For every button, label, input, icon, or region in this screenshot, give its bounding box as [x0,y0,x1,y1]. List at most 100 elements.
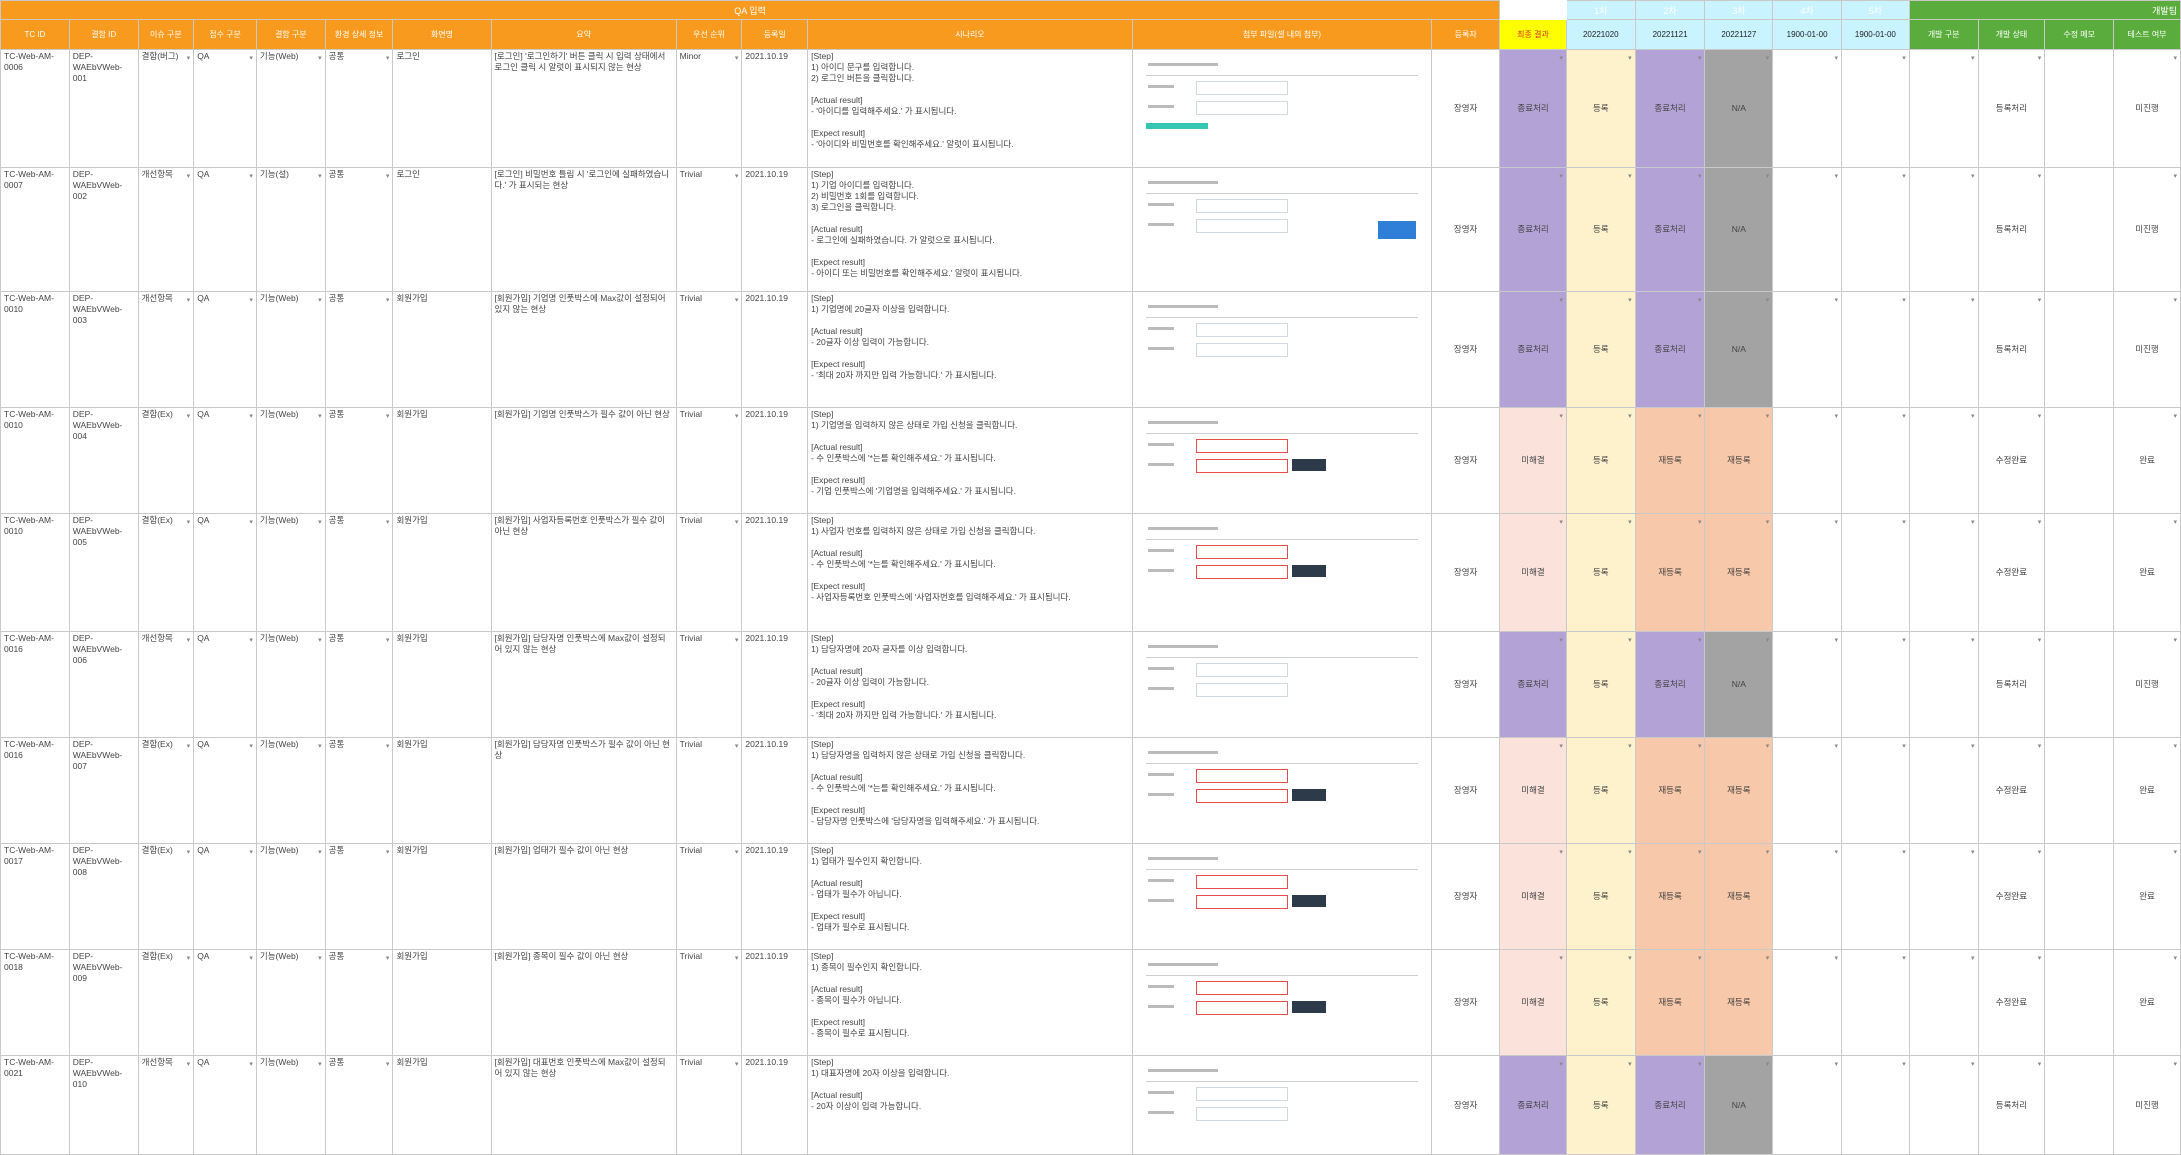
attachment-cell[interactable] [1131,1055,1433,1155]
dev-status-cell[interactable]: 수정완료 [1977,513,2046,632]
col-date3[interactable]: 20221127 [1704,19,1774,50]
final-result-cell[interactable]: 미해결 [1499,513,1567,632]
device-cell[interactable]: 기능(Web) [255,291,326,408]
device-cell[interactable]: 기능(Web) [255,949,326,1056]
round5-status-cell[interactable] [1841,513,1910,632]
round1-status-cell[interactable]: 등록 [1565,167,1636,292]
issue-type-cell[interactable]: 결함(Ex) [137,737,195,844]
env-cell[interactable]: 공통 [324,1055,394,1155]
env-cell[interactable]: 공통 [324,407,394,514]
source-cell[interactable]: QA [193,631,257,738]
source-cell[interactable]: QA [193,949,257,1056]
source-cell[interactable]: QA [193,513,257,632]
attachment-screenshot[interactable] [1135,515,1429,611]
round4-status-cell[interactable] [1772,167,1842,292]
dev-status-cell[interactable]: 등록처리 [1977,167,2046,292]
priority-cell[interactable]: Trivial [675,737,743,844]
source-cell[interactable]: QA [193,167,257,292]
env-cell[interactable]: 공통 [324,843,394,950]
test-done-cell[interactable]: 완료 [2113,513,2181,632]
attachment-cell[interactable] [1131,631,1433,738]
round2-status-cell[interactable]: 재등록 [1634,949,1706,1056]
round1-status-cell[interactable]: 등록 [1565,291,1636,408]
attachment-screenshot[interactable] [1135,293,1429,389]
dev-status-cell[interactable]: 수정완료 [1977,949,2046,1056]
source-cell[interactable]: QA [193,49,257,168]
attachment-screenshot[interactable] [1135,633,1429,729]
col-date2[interactable]: 20221121 [1634,19,1706,50]
device-cell[interactable]: 기능(Web) [255,49,326,168]
attachment-screenshot[interactable] [1135,409,1429,505]
round4-status-cell[interactable] [1772,843,1842,950]
round4-status-cell[interactable] [1772,407,1842,514]
dev-status-cell[interactable]: 수정완료 [1977,407,2046,514]
round3-status-cell[interactable]: 재등록 [1704,949,1774,1056]
dev-status-cell[interactable]: 등록처리 [1977,1055,2046,1155]
final-result-cell[interactable]: 종료처리 [1499,49,1567,168]
col-fix-note[interactable]: 수정 메모 [2044,19,2115,50]
round3-status-cell[interactable]: 재등록 [1704,407,1774,514]
attachment-cell[interactable] [1131,513,1433,632]
round1-status-cell[interactable]: 등록 [1565,843,1636,950]
col-priority[interactable]: 우선 순위 [675,19,743,50]
priority-cell[interactable]: Trivial [675,167,743,292]
round5-status-cell[interactable] [1841,843,1910,950]
round2-status-cell[interactable]: 재등록 [1634,737,1706,844]
final-result-cell[interactable]: 종료처리 [1499,631,1567,738]
env-cell[interactable]: 공통 [324,631,394,738]
test-done-cell[interactable]: 미진행 [2113,49,2181,168]
attachment-screenshot[interactable] [1135,1057,1429,1153]
attachment-screenshot[interactable] [1135,51,1429,147]
round5-status-cell[interactable] [1841,291,1910,408]
col-req-id[interactable]: 결함 ID [68,19,139,50]
attachment-cell[interactable] [1131,167,1433,292]
dev-status-cell[interactable]: 등록처리 [1977,291,2046,408]
round3-status-cell[interactable]: N/A [1704,167,1774,292]
round3-status-cell[interactable]: N/A [1704,291,1774,408]
round1-status-cell[interactable]: 등록 [1565,737,1636,844]
attachment-cell[interactable] [1131,843,1433,950]
round2-status-cell[interactable]: 종료처리 [1634,1055,1706,1155]
round5-status-cell[interactable] [1841,407,1910,514]
test-done-cell[interactable]: 미진행 [2113,291,2181,408]
round1-status-cell[interactable]: 등록 [1565,407,1636,514]
col-issue-type[interactable]: 이슈 구분 [137,19,195,50]
test-done-cell[interactable]: 미진행 [2113,167,2181,292]
col-env[interactable]: 환경 상세 정보 [324,19,394,50]
round4-status-cell[interactable] [1772,513,1842,632]
test-done-cell[interactable]: 완료 [2113,949,2181,1056]
final-result-cell[interactable]: 미해결 [1499,737,1567,844]
col-tc-id[interactable]: TC ID [0,19,70,50]
env-cell[interactable]: 공통 [324,167,394,292]
col-summary[interactable]: 요약 [490,19,677,50]
source-cell[interactable]: QA [193,737,257,844]
final-result-cell[interactable]: 종료처리 [1499,1055,1567,1155]
round5-status-cell[interactable] [1841,49,1910,168]
col-source[interactable]: 접수 구분 [193,19,257,50]
attachment-cell[interactable] [1131,49,1433,168]
round2-status-cell[interactable]: 종료처리 [1634,49,1706,168]
round2-status-cell[interactable]: 재등록 [1634,407,1706,514]
col-date4[interactable]: 1900-01-00 [1772,19,1842,50]
col-device[interactable]: 결함 구분 [255,19,326,50]
priority-cell[interactable]: Trivial [675,1055,743,1155]
env-cell[interactable]: 공통 [324,513,394,632]
col-dev-status[interactable]: 개발 상태 [1977,19,2046,50]
issue-type-cell[interactable]: 결함(Ex) [137,513,195,632]
round2-status-cell[interactable]: 종료처리 [1634,291,1706,408]
round3-status-cell[interactable]: 재등록 [1704,737,1774,844]
issue-type-cell[interactable]: 개선항목 [137,631,195,738]
priority-cell[interactable]: Trivial [675,949,743,1056]
round2-status-cell[interactable]: 재등록 [1634,843,1706,950]
source-cell[interactable]: QA [193,407,257,514]
round4-status-cell[interactable] [1772,49,1842,168]
priority-cell[interactable]: Trivial [675,513,743,632]
test-done-cell[interactable]: 완료 [2113,737,2181,844]
round1-status-cell[interactable]: 등록 [1565,631,1636,738]
device-cell[interactable]: 기능(Web) [255,513,326,632]
round1-status-cell[interactable]: 등록 [1565,949,1636,1056]
dev-type-cell[interactable] [1908,1055,1979,1155]
issue-type-cell[interactable]: 개선항목 [137,1055,195,1155]
final-result-cell[interactable]: 미해결 [1499,949,1567,1056]
priority-cell[interactable]: Trivial [675,291,743,408]
